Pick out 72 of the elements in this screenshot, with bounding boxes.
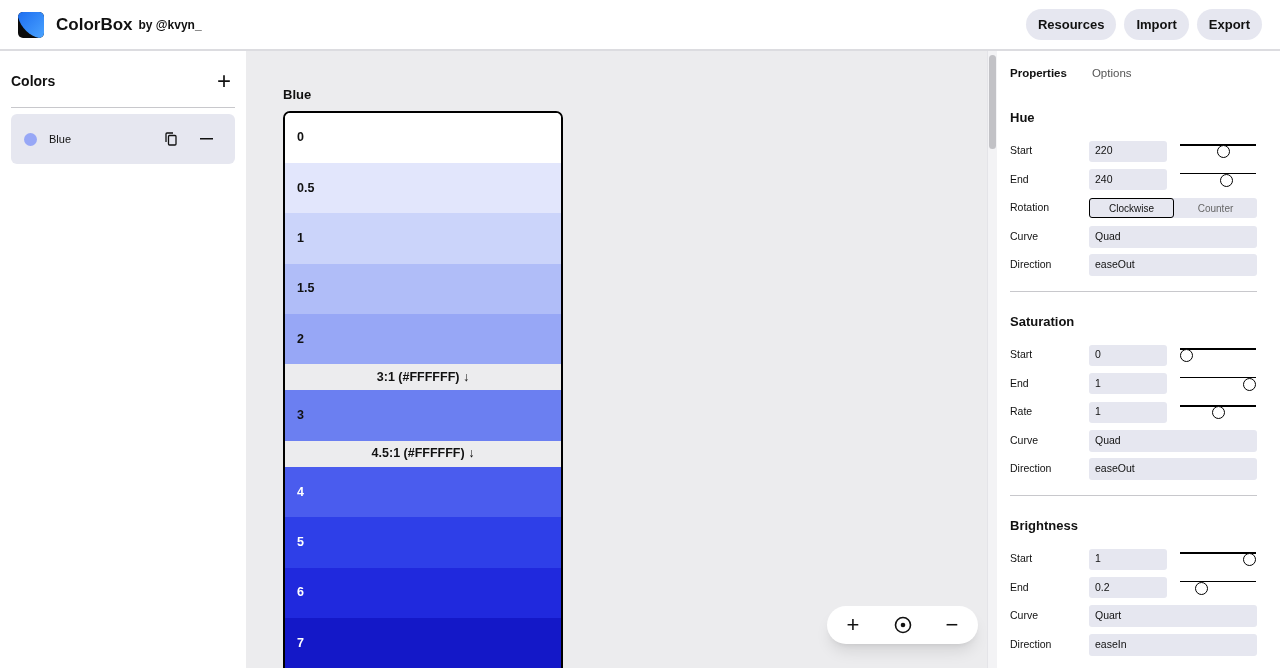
field-label: End: [1010, 171, 1030, 187]
number-field[interactable]: 0.2: [1089, 577, 1167, 598]
copy-icon[interactable]: [165, 132, 177, 146]
field-label: Curve: [1010, 608, 1039, 624]
field-label: End: [1010, 579, 1030, 595]
header-button[interactable]: Import: [1124, 9, 1189, 40]
color-swatch: 2: [285, 314, 561, 365]
slider-track[interactable]: [1180, 143, 1256, 159]
color-swatch: 4: [285, 466, 561, 518]
header-button[interactable]: Resources: [1025, 9, 1117, 40]
slider-track[interactable]: [1180, 375, 1256, 392]
color-swatch: 7: [285, 618, 561, 668]
field-label: Rotation: [1010, 200, 1051, 216]
number-field[interactable]: 1: [1089, 373, 1167, 394]
field-label: End: [1010, 375, 1030, 391]
contrast-marker: 3:1 (#FFFFFF) ↓: [285, 364, 561, 391]
contrast-marker: 4.5:1 (#FFFFFF) ↓: [285, 440, 561, 467]
section-title: Hue: [1010, 109, 1036, 128]
field-label: Start: [1010, 551, 1034, 567]
zoom-out-button[interactable]: −: [938, 614, 966, 636]
app-title: ColorBox: [56, 13, 133, 36]
segment-option[interactable]: Counter: [1174, 198, 1257, 218]
field-label: Curve: [1010, 228, 1039, 244]
slider-track[interactable]: [1180, 171, 1256, 188]
center-icon[interactable]: [893, 616, 912, 634]
slider-track[interactable]: [1180, 347, 1256, 363]
slider-track[interactable]: [1180, 551, 1256, 567]
panel-tab[interactable]: Properties: [1010, 65, 1067, 83]
select-field[interactable]: easeIn: [1089, 633, 1257, 656]
number-field[interactable]: 1: [1089, 548, 1167, 570]
header-button[interactable]: Export: [1196, 9, 1262, 40]
field-label: Rate: [1010, 404, 1034, 420]
section-title: Saturation: [1010, 313, 1076, 332]
section-title: Brightness: [1010, 517, 1079, 536]
select-field[interactable]: easeOut: [1089, 254, 1257, 276]
color-swatch: 1.5: [285, 263, 561, 315]
number-field[interactable]: 1: [1089, 401, 1167, 423]
segment-option[interactable]: Clockwise: [1089, 198, 1174, 218]
slider-thumb[interactable]: [1180, 349, 1193, 362]
add-color-button[interactable]: +: [213, 69, 235, 93]
scrollbar-thumb[interactable]: [989, 55, 996, 149]
field-label: Start: [1010, 143, 1034, 159]
sidebar-title: Colors: [11, 71, 56, 91]
select-field[interactable]: Quart: [1089, 605, 1257, 627]
color-swatch: 5: [285, 517, 561, 568]
field-label: Curve: [1010, 432, 1039, 448]
color-swatch: 0.5: [285, 162, 561, 214]
slider-track[interactable]: [1180, 404, 1256, 420]
select-field[interactable]: Quad: [1089, 429, 1257, 452]
select-field[interactable]: Quad: [1089, 225, 1257, 248]
select-field[interactable]: easeOut: [1089, 458, 1257, 480]
zoom-in-button[interactable]: +: [839, 614, 867, 636]
logo-icon: [18, 11, 44, 38]
slider-thumb[interactable]: [1243, 553, 1256, 566]
color-swatch: 3: [285, 390, 561, 441]
color-list-item[interactable]: Blue: [11, 114, 235, 164]
author-byline: by @kvyn_: [138, 16, 202, 34]
number-field[interactable]: 240: [1089, 169, 1167, 190]
panel-tab[interactable]: Options: [1091, 65, 1132, 83]
number-field[interactable]: 220: [1089, 140, 1167, 162]
color-name: Blue: [49, 131, 72, 147]
color-swatch: 1: [285, 213, 561, 264]
number-field[interactable]: 0: [1089, 344, 1167, 366]
field-label: Direction: [1010, 257, 1053, 273]
palette-title: Blue: [283, 86, 313, 104]
slider-track[interactable]: [1180, 579, 1256, 596]
field-label: Direction: [1010, 461, 1053, 477]
color-swatch: 6: [285, 567, 561, 618]
field-label: Direction: [1010, 636, 1053, 652]
slider-thumb[interactable]: [1217, 145, 1231, 158]
field-label: Start: [1010, 347, 1034, 363]
slider-thumb[interactable]: [1211, 406, 1225, 419]
